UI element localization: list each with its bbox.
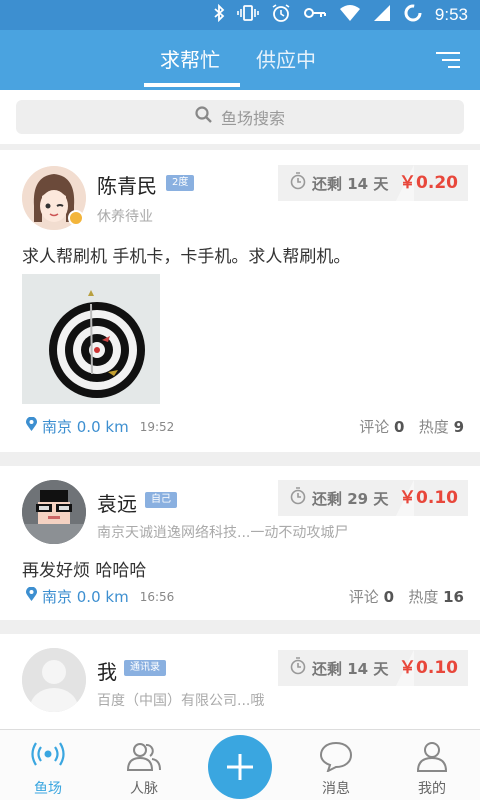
nav-label: 我的: [418, 781, 446, 797]
verified-badge-icon: [68, 210, 84, 226]
author-subtitle: 南京天诚逍逸网络科技...一动不动攻城尸: [97, 525, 349, 541]
nav-label: 人脉: [130, 781, 158, 797]
clock-time: 9:53: [434, 5, 468, 24]
comments-label: 评论: [348, 588, 379, 606]
post-card[interactable]: 袁远 自己 南京天诚逍逸网络科技...一动不动攻城尸 还剩 29 天 ￥0.10…: [0, 466, 480, 620]
location-pin-icon: [26, 416, 37, 436]
comments-label: 评论: [359, 418, 390, 436]
add-post-button[interactable]: [208, 735, 272, 799]
relation-badge: 2度: [166, 175, 195, 191]
remaining-days: 还剩 14 天: [312, 659, 389, 678]
search-placeholder: 鱼场搜索: [220, 109, 285, 128]
author-name[interactable]: 陈青民: [97, 170, 157, 199]
battery-loading-icon: [403, 3, 423, 27]
reward-info: 还剩 14 天 ￥0.10: [278, 650, 468, 686]
filter-menu-icon[interactable]: [434, 50, 460, 70]
post-card[interactable]: 我 通讯录 百度（中国）有限公司...哦 还剩 14 天 ￥0.10: [0, 634, 480, 730]
heat-count: 16: [443, 588, 464, 606]
reward-price: ￥0.10: [399, 658, 458, 678]
heat-label: 热度: [418, 418, 449, 436]
location[interactable]: 南京 0.0 km 16:56: [26, 586, 174, 607]
timer-icon: [290, 487, 306, 509]
post-stats: 评论 0 热度 16: [349, 586, 464, 607]
post-time: 16:56: [139, 589, 175, 604]
comments-count: 0: [383, 588, 395, 606]
post-card[interactable]: 陈青民 2度 休养待业 还剩 14 天 ￥0.20 求人帮刷机 手机卡，卡手机。…: [0, 150, 480, 452]
relation-badge: 自己: [145, 492, 177, 508]
contacts-icon: [126, 743, 161, 771]
post-time: 19:52: [139, 419, 175, 434]
author-name[interactable]: 我: [97, 656, 117, 685]
location-text: 南京 0.0 km: [42, 588, 129, 606]
relation-badge: 通讯录: [124, 660, 166, 676]
post-stats: 评论 0 热度 9: [359, 416, 464, 437]
active-tab-indicator: [144, 83, 240, 87]
author-subtitle: 百度（中国）有限公司...哦: [97, 693, 265, 709]
search-input[interactable]: 鱼场搜索: [16, 100, 464, 134]
reward-info: 还剩 14 天 ￥0.20: [278, 165, 468, 201]
nav-label: 消息: [322, 781, 350, 797]
remaining-days: 还剩 29 天: [312, 489, 389, 508]
author-subtitle: 休养待业: [97, 209, 153, 225]
nav-item-contacts[interactable]: 人脉: [96, 730, 192, 800]
wifi-icon: [339, 4, 361, 26]
alarm-icon: [271, 3, 291, 27]
timer-icon: [290, 657, 306, 679]
post-image[interactable]: [22, 274, 160, 404]
nav-label: 鱼场: [34, 781, 62, 797]
nav-item-mine[interactable]: 我的: [384, 730, 480, 800]
location-text: 南京 0.0 km: [42, 418, 129, 436]
reward-price: ￥0.20: [399, 173, 458, 193]
broadcast-icon: [31, 742, 65, 766]
search-icon: [195, 106, 213, 128]
avatar[interactable]: [22, 480, 86, 544]
chat-bubble-icon: [319, 741, 353, 772]
tab-help-wanted[interactable]: 求帮忙: [160, 30, 220, 90]
app-header: 求帮忙 供应中: [0, 30, 480, 90]
vibrate-icon: [237, 4, 259, 26]
signal-icon: [373, 4, 391, 26]
nav-item-messages[interactable]: 消息: [288, 730, 384, 800]
nav-item-fish-pond[interactable]: 鱼场: [0, 730, 96, 800]
reward-info: 还剩 29 天 ￥0.10: [278, 480, 468, 516]
bluetooth-icon: [213, 3, 225, 26]
timer-icon: [290, 172, 306, 194]
heat-count: 9: [453, 418, 464, 436]
reward-price: ￥0.10: [399, 488, 458, 508]
dartboard-image: [22, 274, 160, 404]
author-name[interactable]: 袁远: [97, 488, 137, 517]
avatar[interactable]: [22, 648, 86, 712]
remaining-days: 还剩 14 天: [312, 174, 389, 193]
comments-count: 0: [394, 418, 405, 436]
plus-icon: [227, 754, 253, 780]
location-pin-icon: [26, 586, 37, 606]
tab-supplying[interactable]: 供应中: [256, 30, 316, 90]
post-content: 再发好烦 哈哈哈: [22, 561, 147, 581]
person-icon: [416, 742, 448, 772]
heat-label: 热度: [408, 588, 439, 606]
location[interactable]: 南京 0.0 km 19:52: [26, 416, 174, 437]
search-bar-container: 鱼场搜索: [0, 90, 480, 144]
status-bar: 9:53: [0, 0, 480, 30]
post-content: 求人帮刷机 手机卡，卡手机。求人帮刷机。: [22, 247, 351, 267]
vpn-key-icon: [303, 6, 327, 24]
